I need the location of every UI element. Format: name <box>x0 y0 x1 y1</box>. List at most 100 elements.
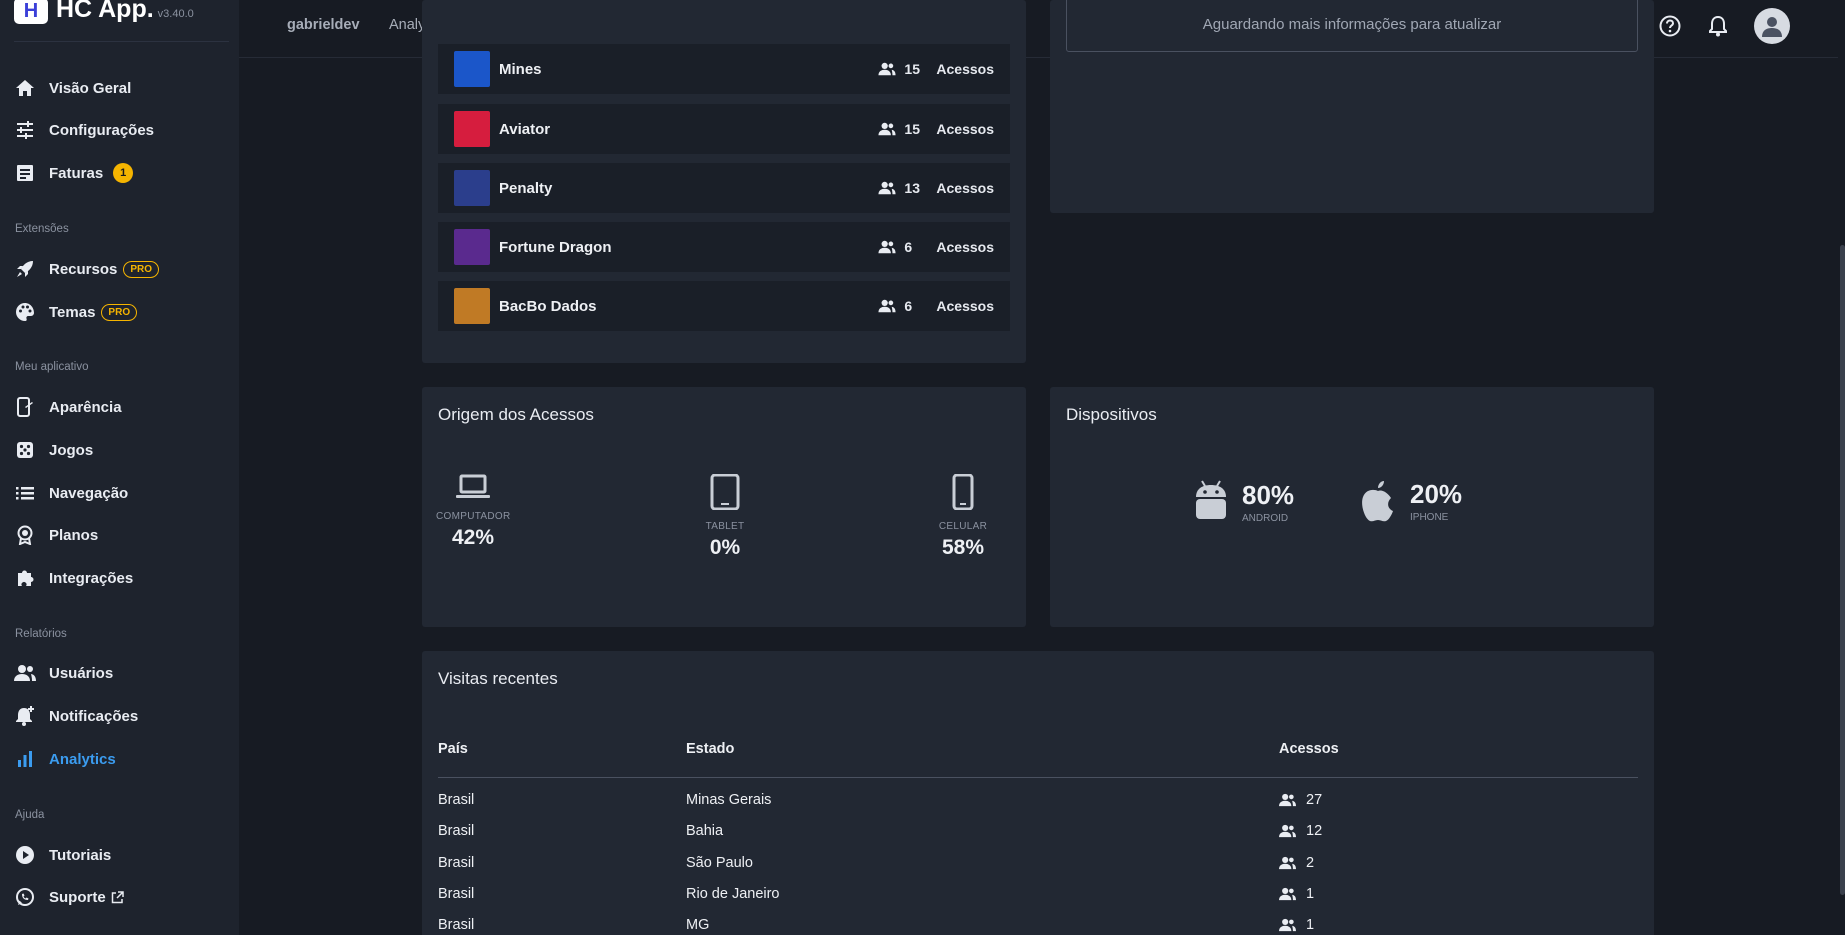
phone-edit-icon <box>14 397 36 417</box>
sidebar-item-recursos[interactable]: Recursos PRO <box>14 257 160 281</box>
notifications-bell-icon[interactable] <box>1706 14 1730 38</box>
game-name: Mines <box>499 60 542 78</box>
game-thumb <box>454 288 490 324</box>
sidebar-item-planos[interactable]: Planos <box>14 523 98 547</box>
device-android: 80% ANDROID <box>1194 479 1294 525</box>
sidebar-item-configuracoes[interactable]: Configurações <box>14 118 154 142</box>
laptop-icon <box>456 474 490 498</box>
sidebar-item-label: Integrações <box>49 569 134 587</box>
game-thumb <box>454 170 490 206</box>
section-label-app: Meu aplicativo <box>15 361 89 373</box>
users-icon <box>1279 918 1296 932</box>
column-header-access[interactable]: Acessos <box>1279 741 1339 757</box>
app-root: H HC App. v3.40.0 Visão Geral Configuraç… <box>0 0 1845 935</box>
sidebar-item-visao-geral[interactable]: Visão Geral <box>14 76 131 100</box>
game-access-count: 15 Acessos <box>878 121 994 137</box>
column-header-country[interactable]: País <box>438 741 468 757</box>
sidebar-item-label: Usuários <box>49 664 114 682</box>
game-row-fortune-dragon[interactable]: Fortune Dragon 6 Acessos <box>438 222 1010 272</box>
column-header-state[interactable]: Estado <box>686 741 734 757</box>
sidebar-item-label: Analytics <box>49 750 116 768</box>
dice-icon <box>14 440 36 460</box>
devices-card: Dispositivos 80% ANDROID 20% IPHONE <box>1050 387 1654 627</box>
sidebar-item-label: Recursos <box>49 260 118 278</box>
help-icon[interactable] <box>1658 14 1682 38</box>
bell-plus-icon <box>14 706 36 726</box>
sliders-icon <box>14 120 36 140</box>
game-row-mines[interactable]: Mines 15 Acessos <box>438 44 1010 94</box>
origin-computer: COMPUTADOR 42% <box>436 474 510 550</box>
invoice-count-badge: 1 <box>113 163 134 183</box>
sidebar-item-label: Planos <box>49 526 99 544</box>
cell-country: Brasil <box>438 823 475 839</box>
pro-tag: PRO <box>123 260 160 278</box>
sidebar-item-usuarios[interactable]: Usuários <box>14 661 113 685</box>
sidebar-item-notificacoes[interactable]: Notificações <box>14 704 138 728</box>
game-thumb <box>454 229 490 265</box>
game-access-count: 6 Acessos <box>878 239 994 255</box>
smartphone-icon <box>952 473 974 511</box>
avatar[interactable] <box>1754 8 1790 44</box>
sidebar-item-navegacao[interactable]: Navegação <box>14 481 128 505</box>
cell-state: Rio de Janeiro <box>686 886 780 902</box>
game-row-penalty[interactable]: Penalty 13 Acessos <box>438 163 1010 213</box>
game-access-count: 6 Acessos <box>878 298 994 314</box>
puzzle-icon <box>14 568 36 588</box>
page-scrollbar[interactable] <box>1838 0 1845 935</box>
list-icon <box>14 483 36 503</box>
sidebar-item-faturas[interactable]: Faturas 1 <box>14 161 134 185</box>
cell-access: 1 <box>1279 886 1314 902</box>
game-row-bacbo-dados[interactable]: BacBo Dados 6 Acessos <box>438 281 1010 331</box>
users-icon <box>1279 793 1296 807</box>
users-icon <box>878 62 896 76</box>
sidebar-item-label: Navegação <box>49 484 129 502</box>
users-icon <box>14 663 36 683</box>
sidebar-item-label: Suporte <box>49 888 106 906</box>
game-name: Aviator <box>499 120 551 138</box>
sidebar-item-analytics[interactable]: Analytics <box>14 747 116 771</box>
game-access-count: 13 Acessos <box>878 180 994 196</box>
sidebar-item-temas[interactable]: Temas PRO <box>14 300 138 324</box>
sidebar-item-integracoes[interactable]: Integrações <box>14 566 133 590</box>
section-label-extensions: Extensões <box>15 223 69 235</box>
brand-name: HC App. <box>56 0 154 23</box>
brand[interactable]: H HC App. v3.40.0 <box>14 0 229 42</box>
breadcrumb-user[interactable]: gabrieldev <box>287 17 360 33</box>
users-icon <box>878 240 896 254</box>
sidebar-item-label: Configurações <box>49 121 155 139</box>
users-icon <box>878 181 896 195</box>
bar-chart-icon <box>14 749 36 769</box>
top-games-card: Mines 15 Acessos Aviator 15 Acessos Penalt… <box>422 0 1026 363</box>
access-origin-card: Origem dos Acessos COMPUTADOR 42% TABLET… <box>422 387 1026 627</box>
cell-access: 27 <box>1279 792 1322 808</box>
game-name: Penalty <box>499 179 553 197</box>
origin-mobile: CELULAR 58% <box>926 473 1000 560</box>
section-label-reports: Relatórios <box>15 628 67 640</box>
cell-state: São Paulo <box>686 855 753 871</box>
home-icon <box>14 78 36 98</box>
sidebar-item-suporte[interactable]: Suporte <box>14 885 124 909</box>
tablet-icon <box>710 473 740 511</box>
users-icon <box>1279 887 1296 901</box>
pending-info-text: Aguardando mais informações para atualiz… <box>1202 16 1502 33</box>
card-title: Origem dos Acessos <box>438 405 594 424</box>
pending-info-box: Aguardando mais informações para atualiz… <box>1066 0 1638 52</box>
game-name: Fortune Dragon <box>499 238 612 256</box>
sidebar-item-label: Tutoriais <box>49 846 112 864</box>
game-row-aviator[interactable]: Aviator 15 Acessos <box>438 104 1010 154</box>
game-access-count: 15 Acessos <box>878 61 994 77</box>
game-thumb <box>454 111 490 147</box>
brand-version: v3.40.0 <box>157 8 194 20</box>
external-link-icon <box>111 890 124 904</box>
table-divider <box>438 777 1638 778</box>
sidebar-item-jogos[interactable]: Jogos <box>14 438 93 462</box>
sidebar-item-aparencia[interactable]: Aparência <box>14 395 122 419</box>
game-thumb <box>454 51 490 87</box>
android-icon <box>1196 480 1226 519</box>
device-iphone: 20% IPHONE <box>1360 479 1462 523</box>
cell-state: MG <box>686 917 710 933</box>
scrollbar-thumb[interactable] <box>1840 245 1845 895</box>
sidebar-item-tutoriais[interactable]: Tutoriais <box>14 843 111 867</box>
sidebar-item-label: Temas <box>49 303 96 321</box>
sidebar-item-label: Aparência <box>49 398 122 416</box>
